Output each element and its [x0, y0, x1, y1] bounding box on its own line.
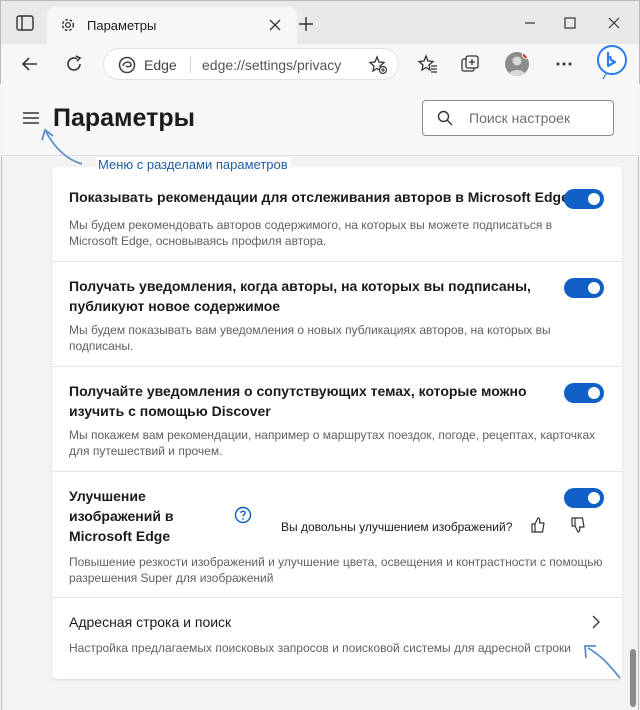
toggle-knob [588, 492, 600, 504]
bing-icon[interactable] [597, 45, 627, 81]
refresh-icon[interactable] [63, 53, 85, 75]
chevron-right-icon[interactable] [590, 614, 602, 630]
more-icon[interactable] [553, 53, 575, 75]
setting-label: Показывать рекомендации для отслеживания… [69, 189, 569, 205]
setting-label: Улучшение изображений в Microsoft Edge [69, 488, 174, 544]
tab-actions-icon[interactable] [15, 13, 35, 33]
new-tab-icon[interactable] [297, 15, 315, 33]
window-close-icon[interactable] [605, 14, 623, 32]
toggle-discover-topics[interactable] [564, 383, 604, 403]
add-favorite-icon[interactable] [368, 55, 388, 75]
close-icon[interactable] [267, 17, 283, 33]
toggle-knob [588, 282, 600, 294]
toggle-knob [588, 193, 600, 205]
setting-description: Мы будем показывать вам уведомления о но… [69, 323, 551, 353]
tab-settings[interactable]: Параметры [47, 7, 297, 45]
setting-row-address-bar-search[interactable]: Адресная строка и поиск Настройка предла… [52, 598, 622, 668]
setting-row-discover-topics: Получайте уведомления о сопутствующих те… [52, 367, 622, 472]
favorites-icon[interactable] [417, 53, 439, 75]
feedback-question: Вы довольны улучшением изображений? [281, 520, 513, 534]
setting-description: Настройка предлагаемых поисковых запросо… [69, 641, 572, 655]
settings-content: Показывать рекомендации для отслеживания… [1, 157, 639, 710]
search-input[interactable]: Поиск настроек [422, 100, 614, 136]
omnibox-divider [190, 57, 191, 73]
minimize-icon[interactable] [521, 14, 539, 32]
tab-title: Параметры [87, 18, 157, 33]
annotation-menu-caption: Меню с разделами параметров [96, 157, 290, 172]
avatar[interactable] [505, 52, 529, 76]
toggle-author-notifications[interactable] [564, 278, 604, 298]
settings-header: Параметры Поиск настроек [1, 84, 639, 156]
notification-dot [522, 52, 529, 59]
url-text: edge://settings/privacy [202, 57, 342, 73]
setting-label: Адресная строка и поиск [69, 614, 232, 630]
setting-description: Мы покажем вам рекомендации, например о … [69, 428, 596, 458]
setting-description: Повышение резкости изображений и улучшен… [69, 555, 603, 585]
thumbs-down-icon[interactable] [570, 516, 586, 534]
hamburger-icon[interactable] [21, 110, 41, 126]
thumbs-up-icon[interactable] [530, 516, 546, 534]
toggle-author-recommendations[interactable] [564, 189, 604, 209]
setting-row-author-recommendations: Показывать рекомендации для отслеживания… [52, 167, 622, 262]
toggle-knob [588, 387, 600, 399]
edge-logo-icon [118, 56, 136, 74]
setting-label: Получайте уведомления о сопутствующих те… [69, 383, 527, 419]
toggle-image-enhancement[interactable] [564, 488, 604, 508]
help-icon[interactable] [234, 506, 252, 524]
search-placeholder: Поиск настроек [469, 110, 571, 126]
address-bar[interactable]: Edge edge://settings/privacy [103, 48, 399, 80]
maximize-icon[interactable] [561, 14, 579, 32]
back-icon[interactable] [19, 53, 41, 75]
settings-card: Показывать рекомендации для отслеживания… [52, 167, 622, 679]
search-icon [437, 110, 453, 126]
annotation-arrow-menu [41, 128, 83, 165]
setting-row-image-enhancement: Улучшение изображений в Microsoft Edge В… [52, 472, 622, 598]
gear-icon [61, 18, 75, 32]
annotation-arrow-address [584, 645, 621, 679]
setting-row-author-notifications: Получать уведомления, когда авторы, на к… [52, 262, 622, 367]
setting-label: Получать уведомления, когда авторы, на к… [69, 278, 531, 314]
setting-description: Мы будем рекомендовать авторов содержимо… [69, 218, 553, 248]
scrollbar[interactable] [630, 649, 636, 707]
browser-toolbar: Edge edge://settings/privacy [0, 44, 640, 84]
collections-icon[interactable] [459, 53, 481, 75]
title-bar: Параметры [0, 0, 640, 45]
site-name: Edge [144, 57, 177, 73]
